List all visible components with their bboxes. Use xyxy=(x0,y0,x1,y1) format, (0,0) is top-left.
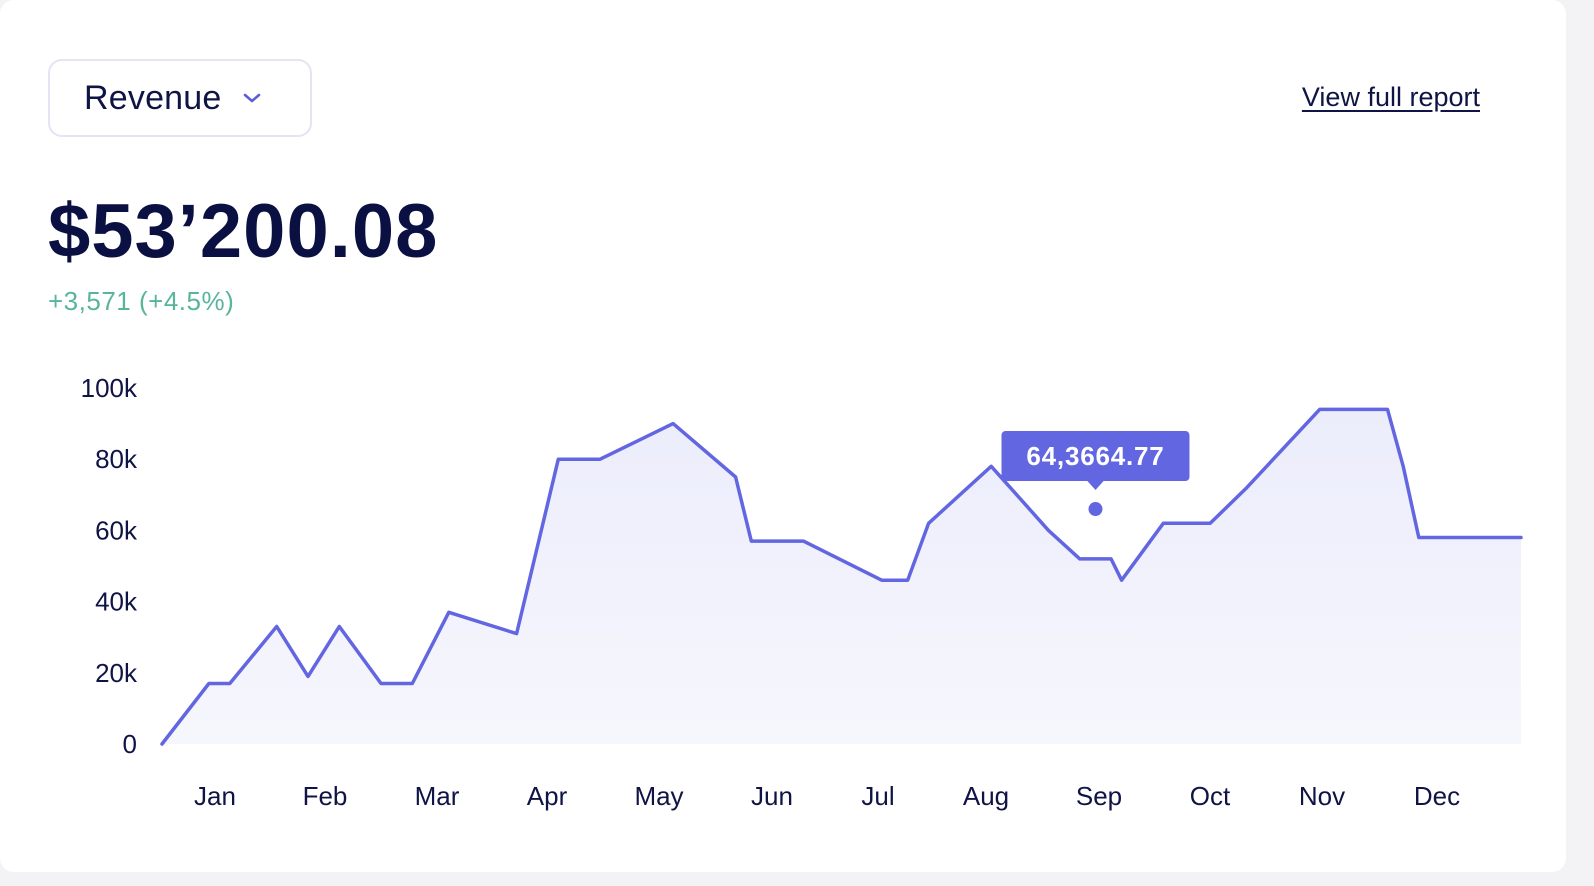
x-tick-label: Oct xyxy=(1190,781,1231,811)
x-tick-label: Nov xyxy=(1299,781,1345,811)
tooltip-value: 64,3664.77 xyxy=(1026,441,1164,471)
x-tick-label: Feb xyxy=(303,781,348,811)
tooltip-pointer xyxy=(1086,480,1105,491)
x-tick-label: Apr xyxy=(527,781,568,811)
revenue-card: Revenue View full report $53’200.08 +3,5… xyxy=(0,0,1566,872)
y-tick-label: 80k xyxy=(95,444,138,474)
x-tick-label: May xyxy=(634,781,683,811)
y-tick-label: 40k xyxy=(95,587,138,617)
y-tick-label: 100k xyxy=(81,373,138,403)
x-tick-label: Jan xyxy=(194,781,236,811)
y-axis: 0 20k 40k 60k 80k 100k xyxy=(81,373,138,759)
x-axis: Jan Feb Mar Apr May Jun Jul Aug Sep Oct Nov Dec xyxy=(194,781,1460,811)
x-tick-label: Jun xyxy=(751,781,793,811)
x-tick-label: Dec xyxy=(1414,781,1460,811)
revenue-line-chart: 0 20k 40k 60k 80k 100k Jan Feb Mar Apr May Jun Jul A… xyxy=(81,373,1523,811)
x-tick-label: Sep xyxy=(1076,781,1122,811)
x-tick-label: Aug xyxy=(963,781,1009,811)
y-tick-label: 0 xyxy=(123,729,137,759)
y-tick-label: 60k xyxy=(95,515,138,545)
y-tick-label: 20k xyxy=(95,658,138,688)
x-tick-label: Mar xyxy=(415,781,460,811)
revenue-area-fill xyxy=(162,409,1521,744)
value-tooltip: 64,3664.77 xyxy=(1001,431,1190,517)
x-tick-label: Jul xyxy=(861,781,894,811)
hover-point-marker[interactable] xyxy=(1088,502,1103,517)
